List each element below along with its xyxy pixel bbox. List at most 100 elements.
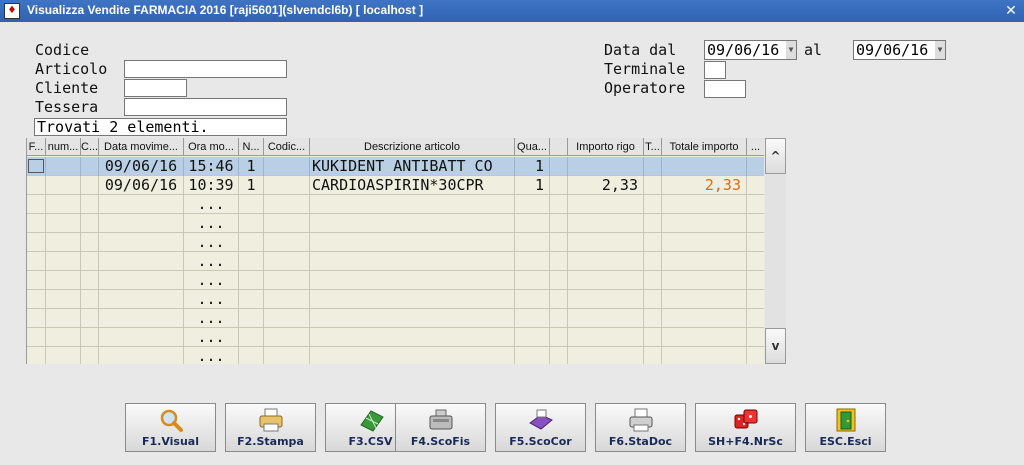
ellipsis-marker: ...	[184, 309, 239, 328]
more-cell	[747, 176, 764, 195]
col-header-f[interactable]: F...	[27, 138, 46, 156]
ora-cell: 10:39	[184, 176, 239, 195]
esci-button[interactable]: ESC.Esci	[805, 403, 886, 452]
cash-register-icon	[429, 409, 453, 430]
empty-row[interactable]: ...	[27, 214, 764, 233]
totale-cell	[662, 157, 747, 176]
t-cell	[644, 157, 662, 176]
empty-row[interactable]: ...	[27, 233, 764, 252]
col-header-n[interactable]: N...	[239, 138, 264, 156]
data-dal-label: Data dal	[604, 41, 677, 59]
printer-icon	[259, 408, 283, 432]
stampa-button[interactable]: F2.Stampa	[225, 403, 316, 452]
col-header-data[interactable]: Data movime...	[99, 138, 184, 156]
codice-cell	[264, 157, 310, 176]
importo-cell: 2,33	[568, 176, 644, 195]
exit-door-icon	[836, 408, 856, 432]
table-scrollbar[interactable]: ^ v	[765, 138, 786, 364]
ellipsis-marker: ...	[184, 195, 239, 214]
codice-label: Codice	[35, 41, 90, 59]
ellipsis-marker: ...	[184, 347, 239, 364]
terminale-label: Terminale	[604, 60, 686, 78]
stampa-label: F2.Stampa	[237, 435, 304, 448]
sales-table[interactable]: F... num... C... Data movime... Ora mo..…	[26, 138, 764, 364]
ellipsis-marker: ...	[184, 252, 239, 271]
col-header-num[interactable]: num...	[46, 138, 81, 156]
empty-row[interactable]: ...	[27, 347, 764, 364]
status-field: Trovati 2 elementi.	[34, 118, 287, 136]
visual-button[interactable]: F1.Visual	[125, 403, 216, 452]
c-cell	[81, 176, 99, 195]
codice-cell	[264, 176, 310, 195]
empty-row[interactable]: ...	[27, 328, 764, 347]
data-dal-field[interactable]: 09/06/16 ▼	[704, 40, 797, 60]
descrizione-cell: KUKIDENT ANTIBATT CO	[310, 157, 515, 176]
cliente-field[interactable]	[124, 79, 187, 97]
blank-cell	[550, 176, 568, 195]
articolo-label: Articolo	[35, 60, 108, 78]
operatore-label: Operatore	[604, 79, 686, 97]
row-flag-cell[interactable]	[27, 157, 46, 176]
cliente-label: Cliente	[35, 79, 99, 97]
num-cell	[46, 176, 81, 195]
chevron-down-icon[interactable]: ▼	[935, 41, 945, 59]
col-header-c[interactable]: C...	[81, 138, 99, 156]
ora-cell: 15:46	[184, 157, 239, 176]
articolo-field[interactable]	[124, 60, 287, 78]
col-header-quantita[interactable]: Qua...	[515, 138, 550, 156]
quantita-cell: 1	[515, 157, 550, 176]
scofis-label: F4.ScoFis	[410, 435, 471, 448]
col-header-ora[interactable]: Ora mo...	[184, 138, 239, 156]
table-row[interactable]: 09/06/16 15:46 1 KUKIDENT ANTIBATT CO 1	[27, 157, 764, 176]
row-flag-cell[interactable]	[27, 176, 46, 195]
empty-row[interactable]: ...	[27, 252, 764, 271]
scroll-down-button[interactable]: v	[765, 328, 786, 364]
c-cell	[81, 157, 99, 176]
n-cell: 1	[239, 176, 264, 195]
scroll-up-button[interactable]: ^	[765, 138, 786, 174]
col-header-totale-importo[interactable]: Totale importo	[662, 138, 747, 156]
blank-cell	[550, 157, 568, 176]
ellipsis-marker: ...	[184, 233, 239, 252]
terminale-field[interactable]	[704, 61, 726, 79]
table-header: F... num... C... Data movime... Ora mo..…	[27, 138, 764, 156]
ellipsis-marker: ...	[184, 271, 239, 290]
empty-row[interactable]: ...	[27, 309, 764, 328]
importo-cell	[568, 157, 644, 176]
data-cell: 09/06/16	[99, 176, 184, 195]
nrsc-button[interactable]: SH+F4.NrSc	[695, 403, 796, 452]
descrizione-cell: CARDIOASPIRIN*30CPR	[310, 176, 515, 195]
title-bar: ♦ Visualizza Vendite FARMACIA 2016 [raji…	[0, 0, 1024, 22]
close-icon[interactable]: ✕	[1002, 2, 1020, 20]
empty-row[interactable]: ...	[27, 290, 764, 309]
col-header-importo-rigo[interactable]: Importo rigo	[568, 138, 644, 156]
document-printer-icon	[629, 408, 653, 432]
stadoc-label: F6.StaDoc	[608, 435, 673, 448]
scocor-label: F5.ScoCor	[509, 435, 572, 448]
esci-label: ESC.Esci	[819, 435, 872, 448]
tessera-label: Tessera	[35, 98, 99, 116]
empty-row[interactable]: ...	[27, 271, 764, 290]
scofis-button[interactable]: F4.ScoFis	[395, 403, 486, 452]
tessera-field[interactable]	[124, 98, 287, 116]
stadoc-button[interactable]: F6.StaDoc	[595, 403, 686, 452]
col-header-more[interactable]: ...	[747, 138, 764, 156]
dice-icon	[734, 409, 758, 429]
empty-row[interactable]: ...	[27, 195, 764, 214]
col-header-blank[interactable]	[550, 138, 568, 156]
totale-cell: 2,33	[662, 176, 747, 195]
magnifier-icon	[160, 409, 183, 432]
chevron-down-icon[interactable]: ▼	[786, 41, 796, 59]
col-header-descrizione[interactable]: Descrizione articolo	[310, 138, 515, 156]
col-header-t[interactable]: T...	[644, 138, 662, 156]
app-icon: ♦	[4, 3, 20, 19]
ellipsis-marker: ...	[184, 328, 239, 347]
num-cell	[46, 157, 81, 176]
scocor-button[interactable]: F5.ScoCor	[495, 403, 586, 452]
al-label: al	[804, 41, 823, 59]
table-row[interactable]: 09/06/16 10:39 1 CARDIOASPIRIN*30CPR 1 2…	[27, 176, 764, 195]
data-al-field[interactable]: 09/06/16 ▼	[853, 40, 946, 60]
window-title: Visualizza Vendite FARMACIA 2016 [raji56…	[27, 3, 424, 17]
operatore-field[interactable]	[704, 80, 746, 98]
col-header-codice[interactable]: Codic...	[264, 138, 310, 156]
